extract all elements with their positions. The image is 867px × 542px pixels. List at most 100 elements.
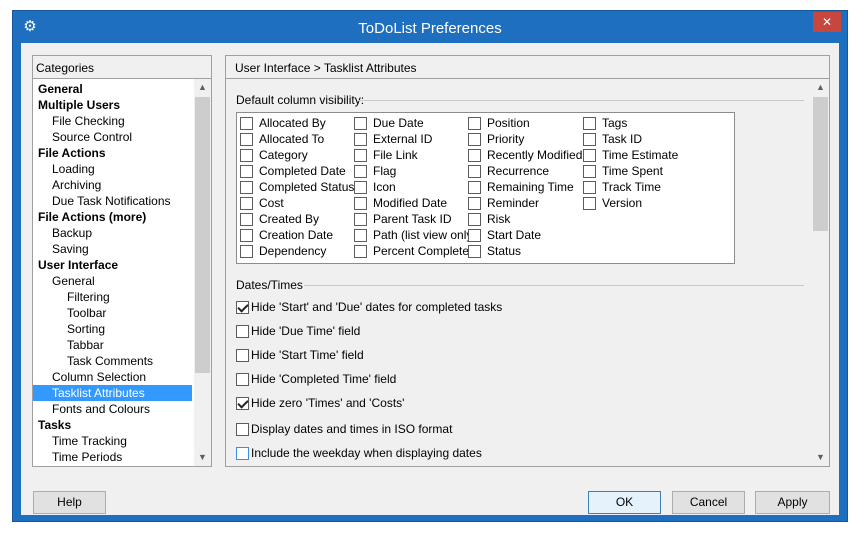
column-checkbox[interactable]: Cost <box>240 195 284 211</box>
checkbox-icon[interactable] <box>236 446 249 460</box>
checkbox-icon[interactable] <box>240 164 253 178</box>
checkbox-icon[interactable] <box>468 244 481 258</box>
categories-scrollbar[interactable]: ▲ ▼ <box>194 79 211 466</box>
category-item[interactable]: Source Control <box>33 129 193 145</box>
column-checkbox[interactable]: Path (list view only) <box>354 227 476 243</box>
column-checkbox[interactable]: Tags <box>583 115 627 131</box>
category-item[interactable]: File Checking <box>33 113 193 129</box>
category-item[interactable]: Filtering <box>33 289 193 305</box>
checkbox-icon[interactable] <box>468 180 481 194</box>
checkbox-icon[interactable] <box>583 148 596 162</box>
checkbox-icon[interactable] <box>236 348 249 362</box>
category-item[interactable]: Archiving <box>33 177 193 193</box>
date-option-checkbox[interactable]: Hide zero 'Times' and 'Costs' <box>236 395 404 411</box>
column-checkbox[interactable]: Modified Date <box>354 195 447 211</box>
checkbox-icon[interactable] <box>354 116 367 130</box>
checkbox-icon[interactable] <box>354 180 367 194</box>
checkbox-icon[interactable] <box>240 228 253 242</box>
date-option-checkbox[interactable]: Hide 'Start' and 'Due' dates for complet… <box>236 299 502 315</box>
checkbox-icon[interactable] <box>236 396 249 410</box>
date-option-checkbox[interactable]: Display dates and times in ISO format <box>236 421 452 437</box>
category-item[interactable]: Sorting <box>33 321 193 337</box>
category-item[interactable]: General <box>33 273 193 289</box>
close-button[interactable]: ✕ <box>813 12 841 32</box>
scroll-up-icon[interactable]: ▲ <box>812 79 829 96</box>
title-bar[interactable]: ⚙ ToDoList Preferences ✕ <box>13 11 847 45</box>
checkbox-icon[interactable] <box>236 300 249 314</box>
column-checkbox[interactable]: Reminder <box>468 195 539 211</box>
category-item[interactable]: Tabbar <box>33 337 193 353</box>
column-checkbox[interactable]: Risk <box>468 211 510 227</box>
checkbox-icon[interactable] <box>468 148 481 162</box>
checkbox-icon[interactable] <box>354 164 367 178</box>
checkbox-icon[interactable] <box>583 180 596 194</box>
column-checkbox[interactable]: Allocated To <box>240 131 324 147</box>
category-item[interactable]: Loading <box>33 161 193 177</box>
column-checkbox[interactable]: Creation Date <box>240 227 333 243</box>
column-checkbox[interactable]: Recurrence <box>468 163 549 179</box>
category-item[interactable]: Time Periods <box>33 449 193 465</box>
apply-button[interactable]: Apply <box>755 491 830 514</box>
checkbox-icon[interactable] <box>468 212 481 226</box>
scroll-thumb[interactable] <box>195 97 210 373</box>
date-option-checkbox[interactable]: Hide 'Start Time' field <box>236 347 364 363</box>
column-checkbox[interactable]: Category <box>240 147 308 163</box>
category-item[interactable]: User Interface <box>33 257 193 273</box>
checkbox-icon[interactable] <box>236 422 249 436</box>
column-checkbox[interactable]: Recently Modified <box>468 147 582 163</box>
category-item[interactable]: Toolbar <box>33 305 193 321</box>
checkbox-icon[interactable] <box>240 116 253 130</box>
checkbox-icon[interactable] <box>240 196 253 210</box>
column-checkbox[interactable]: Version <box>583 195 642 211</box>
category-item[interactable]: Tasks <box>33 417 193 433</box>
checkbox-icon[interactable] <box>240 244 253 258</box>
checkbox-icon[interactable] <box>468 116 481 130</box>
help-button[interactable]: Help <box>33 491 106 514</box>
checkbox-icon[interactable] <box>583 164 596 178</box>
column-checkbox[interactable]: Created By <box>240 211 319 227</box>
column-checkbox[interactable]: File Link <box>354 147 418 163</box>
categories-tree[interactable]: ▲ ▼ General Multiple Users File Checking So… <box>32 78 212 467</box>
checkbox-icon[interactable] <box>583 132 596 146</box>
category-item[interactable]: Tasklist Attributes <box>33 385 192 401</box>
checkbox-icon[interactable] <box>468 164 481 178</box>
checkbox-icon[interactable] <box>240 212 253 226</box>
checkbox-icon[interactable] <box>583 196 596 210</box>
category-item[interactable]: Fonts and Colours <box>33 401 193 417</box>
column-checkbox[interactable]: Percent Complete <box>354 243 469 259</box>
checkbox-icon[interactable] <box>583 116 596 130</box>
column-checkbox[interactable]: Status <box>468 243 521 259</box>
scroll-up-icon[interactable]: ▲ <box>194 79 211 96</box>
category-item[interactable]: Multiple Users <box>33 97 193 113</box>
column-checkbox[interactable]: Due Date <box>354 115 424 131</box>
category-item[interactable]: Time Tracking <box>33 433 193 449</box>
checkbox-icon[interactable] <box>354 244 367 258</box>
checkbox-icon[interactable] <box>468 228 481 242</box>
category-item[interactable]: Saving <box>33 241 193 257</box>
column-checkbox[interactable]: Priority <box>468 131 524 147</box>
ok-button[interactable]: OK <box>588 491 661 514</box>
category-item[interactable]: General <box>33 81 193 97</box>
category-item[interactable]: Due Task Notifications <box>33 193 193 209</box>
column-checkbox[interactable]: Position <box>468 115 530 131</box>
category-item[interactable]: File Actions <box>33 145 193 161</box>
column-checkbox[interactable]: Dependency <box>240 243 326 259</box>
date-option-checkbox[interactable]: Hide 'Completed Time' field <box>236 371 396 387</box>
category-item[interactable]: Task Comments <box>33 353 193 369</box>
checkbox-icon[interactable] <box>240 132 253 146</box>
column-checkbox[interactable]: Track Time <box>583 179 661 195</box>
date-option-checkbox[interactable]: Include the weekday when displaying date… <box>236 445 482 461</box>
checkbox-icon[interactable] <box>236 372 249 386</box>
cancel-button[interactable]: Cancel <box>672 491 745 514</box>
checkbox-icon[interactable] <box>240 180 253 194</box>
column-checkbox[interactable]: External ID <box>354 131 432 147</box>
scroll-down-icon[interactable]: ▼ <box>812 449 829 466</box>
column-checkbox[interactable]: Time Estimate <box>583 147 678 163</box>
checkbox-icon[interactable] <box>354 132 367 146</box>
date-option-checkbox[interactable]: Hide 'Due Time' field <box>236 323 360 339</box>
column-checkbox[interactable]: Start Date <box>468 227 541 243</box>
category-item[interactable]: File Actions (more) <box>33 209 193 225</box>
column-checkbox[interactable]: Allocated By <box>240 115 326 131</box>
checkbox-icon[interactable] <box>354 148 367 162</box>
checkbox-icon[interactable] <box>354 228 367 242</box>
